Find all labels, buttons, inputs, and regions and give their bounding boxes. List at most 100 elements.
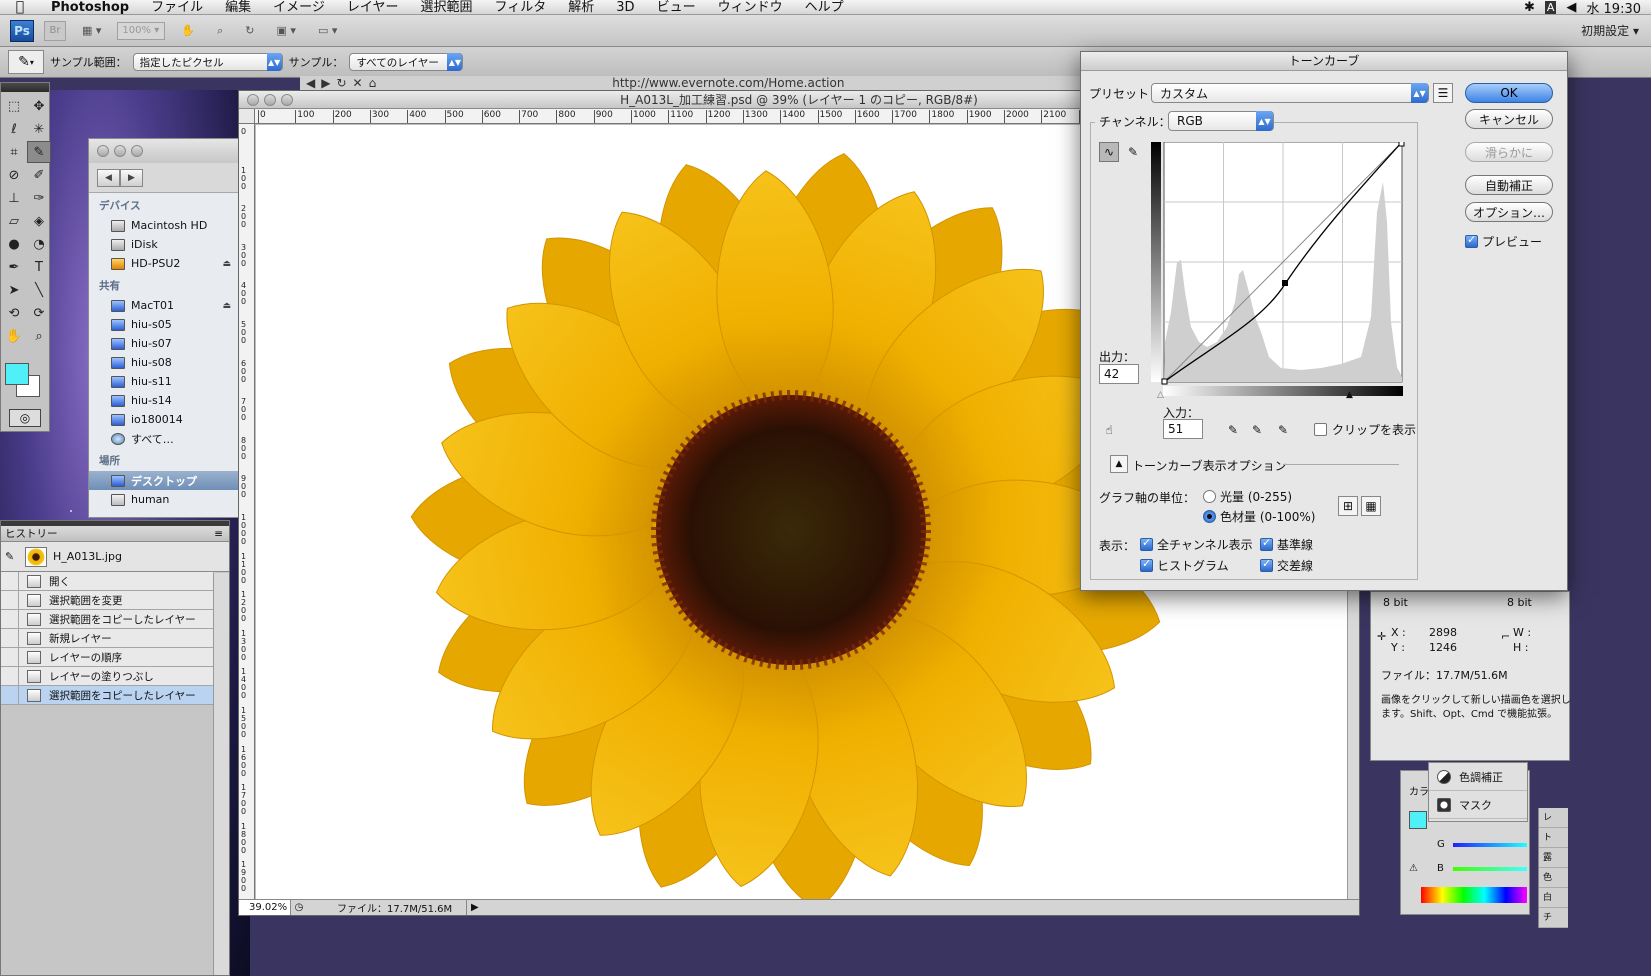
channel-b-slider[interactable] xyxy=(1453,867,1527,871)
crop-tool[interactable]: ⌗ xyxy=(2,141,26,163)
finder-section-header[interactable]: 共有 xyxy=(89,273,239,296)
preview-checkbox[interactable] xyxy=(1465,233,1478,248)
minimize-button[interactable] xyxy=(114,145,126,157)
curve-pencil-mode-button[interactable]: ✎ xyxy=(1123,142,1143,162)
vertical-ruler[interactable]: 0 100 200 300 400 500 600 700 800 900 1000 1100 1200… xyxy=(239,124,255,899)
ok-button[interactable]: OK xyxy=(1465,83,1553,103)
eraser-tool[interactable]: ▱ xyxy=(2,210,26,232)
zoom-tool[interactable]: ⌕ xyxy=(27,325,51,347)
history-state[interactable]: 選択範囲を変更 xyxy=(1,590,213,610)
cancel-button[interactable]: キャンセル xyxy=(1465,109,1553,129)
close-button[interactable] xyxy=(97,145,109,157)
pen-tool[interactable]: ✒ xyxy=(2,256,26,278)
white-point-eyedropper[interactable]: ✎ xyxy=(1273,420,1293,440)
forward-button[interactable]: ▶ xyxy=(120,168,143,187)
curve-options-toggle-button[interactable]: ▲ xyxy=(1110,455,1128,473)
apple-icon[interactable]:  xyxy=(0,0,40,14)
finder-sidebar-item[interactable]: HD-PSU2 ⏏ xyxy=(89,254,239,273)
history-state[interactable]: レイヤーの順序 xyxy=(1,647,213,667)
reload-icon[interactable]: ↻ xyxy=(336,76,346,90)
finder-sidebar-item[interactable]: すべて… xyxy=(89,429,239,448)
color-spectrum-bar[interactable] xyxy=(1421,887,1527,903)
eject-icon[interactable]: ⏏ xyxy=(222,259,231,269)
history-state[interactable]: レイヤーの塗りつぶし xyxy=(1,666,213,686)
finder-sidebar-item[interactable]: hiu-s05 xyxy=(89,315,239,334)
history-brush-tool[interactable]: ✑ xyxy=(27,187,51,209)
history-snapshot[interactable]: ✎ H_A013L.jpg xyxy=(1,542,229,572)
screen-mode-button[interactable]: ▭ ▾ xyxy=(312,21,343,41)
3d-orbit-tool[interactable]: ⟳ xyxy=(27,302,51,324)
menu-view[interactable]: ビュー xyxy=(646,0,707,14)
input-field[interactable]: 51 xyxy=(1163,419,1203,439)
finder-section-header[interactable]: 場所 xyxy=(89,448,239,471)
history-source-checkbox[interactable] xyxy=(1,609,19,629)
zoom-level-select[interactable]: 100% ▾ xyxy=(117,21,166,40)
menu-help[interactable]: ヘルプ xyxy=(794,0,855,14)
input-indicator[interactable]: A xyxy=(1544,0,1557,14)
finder-sidebar-item[interactable]: デスクトップ xyxy=(89,471,239,490)
move-tool[interactable]: ✥ xyxy=(27,95,51,117)
hand-tool-button[interactable]: ✋ xyxy=(175,21,201,41)
eyedropper-tool[interactable]: ✎ xyxy=(27,141,51,163)
on-image-adjust-button[interactable]: ☝ xyxy=(1099,420,1119,440)
history-state[interactable]: 新規レイヤー xyxy=(1,628,213,648)
options-button[interactable]: オプション… xyxy=(1465,202,1553,222)
color-foreground-swatch[interactable] xyxy=(1409,811,1427,829)
finder-section-header[interactable]: デバイス xyxy=(89,193,239,216)
panel-menu-icon[interactable]: ≡ xyxy=(214,528,223,540)
bluetooth-icon[interactable]: ✱ xyxy=(1524,0,1535,14)
healing-brush-tool[interactable]: ⊘ xyxy=(2,164,26,186)
brush-tool[interactable]: ✐ xyxy=(27,164,51,186)
finder-sidebar-item[interactable]: io180014 xyxy=(89,410,239,429)
preset-select[interactable]: カスタム ▲▼ xyxy=(1151,83,1429,103)
menu-app[interactable]: Photoshop xyxy=(40,0,140,14)
sample-size-select[interactable]: 指定したピクセル ▲▼ xyxy=(132,53,283,71)
workspace-switcher[interactable]: 初期設定 ▾ xyxy=(1581,22,1651,39)
zoom-button[interactable] xyxy=(131,145,143,157)
output-field[interactable]: 42 xyxy=(1099,364,1139,384)
history-source-checkbox[interactable] xyxy=(1,666,19,686)
volume-icon[interactable]: ◀ xyxy=(1566,0,1576,14)
auto-button[interactable]: 自動補正 xyxy=(1465,175,1553,195)
back-icon[interactable]: ◀ xyxy=(306,76,315,90)
history-scrollbar[interactable] xyxy=(213,573,229,975)
line-tool[interactable]: ╲ xyxy=(27,279,51,301)
forward-icon[interactable]: ▶ xyxy=(321,76,330,90)
channel-select[interactable]: RGB ▲▼ xyxy=(1168,111,1274,131)
axis-pigment-radio[interactable] xyxy=(1203,510,1216,523)
finder-sidebar-item[interactable]: hiu-s11 xyxy=(89,372,239,391)
paint-bucket-tool[interactable]: ◈ xyxy=(27,210,51,232)
show-baseline-checkbox[interactable] xyxy=(1260,536,1273,551)
show-clipping-checkbox[interactable] xyxy=(1314,423,1327,436)
clock[interactable]: 水 19:30 xyxy=(1586,0,1641,15)
history-source-checkbox[interactable] xyxy=(1,647,19,667)
close-button[interactable] xyxy=(247,93,259,106)
eject-icon[interactable]: ⏏ xyxy=(222,301,231,311)
clone-stamp-tool[interactable]: ⊥ xyxy=(2,187,26,209)
menu-filter[interactable]: フィルタ xyxy=(484,0,558,14)
axis-light-radio[interactable] xyxy=(1203,490,1216,503)
history-source-checkbox[interactable] xyxy=(1,628,19,648)
menu-file[interactable]: ファイル xyxy=(140,0,214,14)
back-button[interactable]: ◀ xyxy=(97,168,120,187)
curves-graph[interactable] xyxy=(1151,142,1407,398)
smooth-button[interactable]: 滑らかに xyxy=(1465,142,1553,162)
type-tool[interactable]: T xyxy=(27,256,51,278)
collapsed-panel-tab[interactable]: レ xyxy=(1539,808,1568,828)
collapsed-panel-tab[interactable]: 色 xyxy=(1539,868,1568,888)
blur-tool[interactable]: ● xyxy=(2,233,26,255)
menu-window[interactable]: ウィンドウ xyxy=(707,0,794,14)
finder-sidebar-item[interactable]: hiu-s14 xyxy=(89,391,239,410)
menu-select[interactable]: 選択範囲 xyxy=(410,0,484,14)
hand-tool[interactable]: ✋ xyxy=(2,325,26,347)
masks-tab[interactable]: マスク xyxy=(1429,791,1527,819)
finder-sidebar-item[interactable]: MacT01 ⏏ xyxy=(89,296,239,315)
3d-rotate-tool[interactable]: ⟲ xyxy=(2,302,26,324)
simple-grid-button[interactable]: ⊞ xyxy=(1338,496,1358,516)
adjustments-tab[interactable]: 色調補正 xyxy=(1429,763,1527,791)
collapsed-panel-tab[interactable]: ト xyxy=(1539,828,1568,848)
black-point-eyedropper[interactable]: ✎ xyxy=(1223,420,1243,440)
minimize-button[interactable] xyxy=(264,93,276,106)
bridge-button[interactable]: Br xyxy=(44,20,66,41)
history-state[interactable]: 選択範囲をコピーしたレイヤー xyxy=(1,609,213,629)
